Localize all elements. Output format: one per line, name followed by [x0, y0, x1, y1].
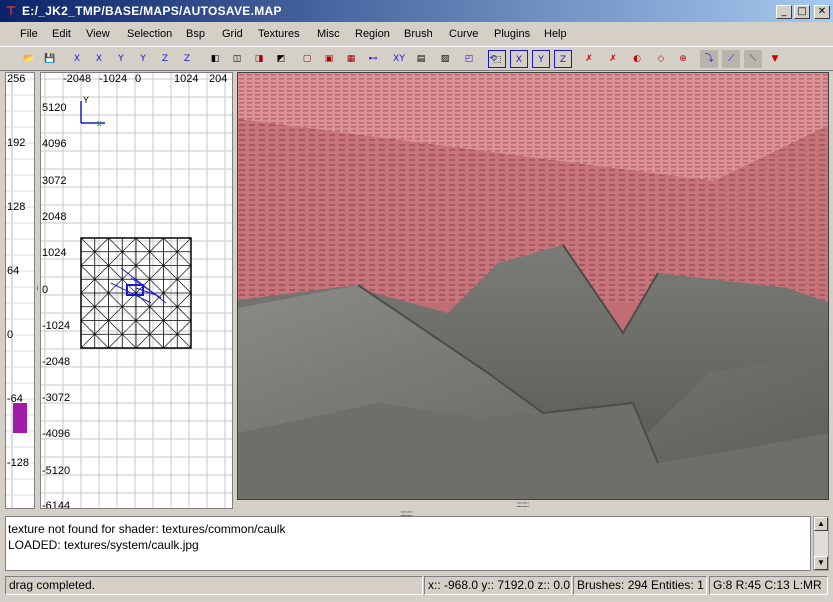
- axis-label-x: x: [97, 118, 102, 128]
- rotate-x-icon[interactable]: X: [90, 50, 108, 68]
- menu-view[interactable]: View: [86, 28, 110, 40]
- minimize-button[interactable]: _: [776, 5, 792, 19]
- splitter-grip[interactable]: ::::::::::: [516, 500, 529, 509]
- xy-left-label: -6144: [42, 500, 71, 509]
- menu-textures[interactable]: Textures: [258, 28, 300, 40]
- console-line: texture not found for shader: textures/c…: [8, 522, 286, 536]
- z-view[interactable]: 256 192 128 64 0 -64 -128: [5, 72, 35, 509]
- change-view-icon[interactable]: ⬚: [488, 50, 506, 68]
- console-line: LOADED: textures/system/caulk.jpg: [8, 538, 199, 552]
- xy-top-label: -1024: [99, 73, 128, 85]
- z-label: 128: [7, 201, 26, 213]
- patch-insdel-icon[interactable]: ◇: [652, 50, 670, 68]
- status-grid: G:8 R:45 C:13 L:MR: [709, 576, 828, 595]
- title-bar[interactable]: ⊤ E:/_JK2_TMP/BASE/MAPS/AUTOSAVE.MAP _ □…: [0, 0, 833, 22]
- xy-left-label: 1024: [42, 247, 67, 259]
- xy-left-label: 3072: [42, 175, 67, 187]
- cubic-clip-icon[interactable]: ◰: [460, 50, 478, 68]
- patch-weld-icon[interactable]: ⊕: [674, 50, 692, 68]
- console-scrollbar[interactable]: ▲ ▼: [813, 516, 829, 571]
- select-mode-icon[interactable]: ▼: [766, 50, 784, 68]
- xy-left-label: -5120: [42, 465, 71, 477]
- xy-view[interactable]: -2048 -1024 0 1024 204 Y x 5120 4096 307…: [40, 72, 233, 509]
- z-label: -128: [7, 457, 30, 469]
- scale-lock-icon[interactable]: ⟍: [744, 50, 762, 68]
- xy-top-label: -2048: [63, 73, 92, 85]
- menu-edit[interactable]: Edit: [52, 28, 71, 40]
- toolbar: 📂 💾 X X Y Y Z Z ◧ ◫ ◨ ◩ ▢ ▣ ▦ ⊷ XY ▤ ▨ ◰ ⟲ ⬚ X Y Z ✗ ✗ ◐ ◇ ⊕ ⤵ ⟋ ⟍ ▼: [0, 46, 833, 71]
- window-title: E:/_JK2_TMP/BASE/MAPS/AUTOSAVE.MAP: [22, 4, 282, 18]
- flip-y-icon[interactable]: Y: [112, 50, 130, 68]
- menu-misc[interactable]: Misc: [317, 28, 340, 40]
- xy-top-label: 0: [135, 73, 142, 85]
- z-label: 64: [7, 265, 20, 277]
- save-icon[interactable]: 💾: [41, 50, 59, 68]
- entity-icon[interactable]: ⊷: [364, 50, 382, 68]
- axis-label-y: Y: [83, 95, 90, 105]
- menu-bsp[interactable]: Bsp: [186, 28, 205, 40]
- xy-top-label: 204: [209, 73, 228, 85]
- xy-left-label: 4096: [42, 138, 67, 150]
- status-coords: x:: -968.0 y:: 7192.0 z:: 0.0: [424, 576, 572, 595]
- open-icon[interactable]: 📂: [20, 50, 38, 68]
- rotate-y-icon[interactable]: Y: [134, 50, 152, 68]
- hide-curve-icon[interactable]: ✗: [604, 50, 622, 68]
- rotate-z-icon[interactable]: Z: [178, 50, 196, 68]
- view-change-icon[interactable]: XY: [390, 50, 408, 68]
- maximize-button[interactable]: □: [794, 5, 810, 19]
- status-counts: Brushes: 294 Entities: 1: [573, 576, 707, 595]
- view-y-icon[interactable]: Y: [532, 50, 550, 68]
- csg-merge-icon[interactable]: ◩: [272, 50, 290, 68]
- patch-bend-icon[interactable]: ◐: [628, 50, 646, 68]
- z-brush-marker: [13, 403, 27, 433]
- hide-patch-icon[interactable]: ✗: [580, 50, 598, 68]
- status-message: drag completed.: [5, 576, 423, 595]
- xy-left-label: -1024: [42, 320, 71, 332]
- close-button[interactable]: ✕: [814, 5, 830, 19]
- view-z-icon[interactable]: Z: [554, 50, 572, 68]
- menu-region[interactable]: Region: [355, 28, 390, 40]
- menu-help[interactable]: Help: [544, 28, 567, 40]
- xy-left-label: -3072: [42, 392, 71, 404]
- xy-left-label: 2048: [42, 211, 67, 223]
- selected-terrain-brush[interactable]: [80, 237, 192, 349]
- z-label: 192: [7, 137, 26, 149]
- menu-curve[interactable]: Curve: [449, 28, 478, 40]
- menu-grid[interactable]: Grid: [222, 28, 243, 40]
- scroll-down-button[interactable]: ▼: [814, 556, 828, 570]
- xy-left-label: 5120: [42, 102, 67, 114]
- select-touching-icon[interactable]: ▣: [320, 50, 338, 68]
- z-label: -64: [7, 393, 23, 405]
- app-icon[interactable]: ⊤: [3, 3, 19, 19]
- camera-view[interactable]: [237, 72, 829, 500]
- show-bound-icon[interactable]: ⟋: [722, 50, 740, 68]
- view-x-icon[interactable]: X: [510, 50, 528, 68]
- drill-down-icon[interactable]: ⤵: [700, 50, 718, 68]
- csg-subtract-icon[interactable]: ◨: [250, 50, 268, 68]
- camera-icon[interactable]: ▨: [436, 50, 454, 68]
- texture-view-icon[interactable]: ▤: [412, 50, 430, 68]
- xy-left-label: -4096: [42, 428, 71, 440]
- console-panel[interactable]: texture not found for shader: textures/c…: [5, 516, 811, 571]
- flip-z-icon[interactable]: Z: [156, 50, 174, 68]
- select-partial-icon[interactable]: ▦: [342, 50, 360, 68]
- select-inside-icon[interactable]: ▢: [298, 50, 316, 68]
- status-bar: drag completed. x:: -968.0 y:: 7192.0 z:…: [0, 574, 833, 596]
- menu-brush[interactable]: Brush: [404, 28, 433, 40]
- menu-selection[interactable]: Selection: [127, 28, 172, 40]
- menu-bar: File Edit View Selection Bsp Grid Textur…: [0, 24, 833, 45]
- scroll-up-button[interactable]: ▲: [814, 517, 828, 531]
- z-label: 0: [7, 329, 14, 341]
- menu-file[interactable]: File: [20, 28, 38, 40]
- make-hollow-icon[interactable]: ◫: [228, 50, 246, 68]
- xy-left-label: 0: [42, 284, 49, 296]
- menu-plugins[interactable]: Plugins: [494, 28, 530, 40]
- xy-top-label: 1024: [174, 73, 199, 85]
- z-label: 256: [7, 73, 26, 85]
- flip-x-icon[interactable]: X: [68, 50, 86, 68]
- xy-left-label: -2048: [42, 356, 71, 368]
- clipper-icon[interactable]: ◧: [206, 50, 224, 68]
